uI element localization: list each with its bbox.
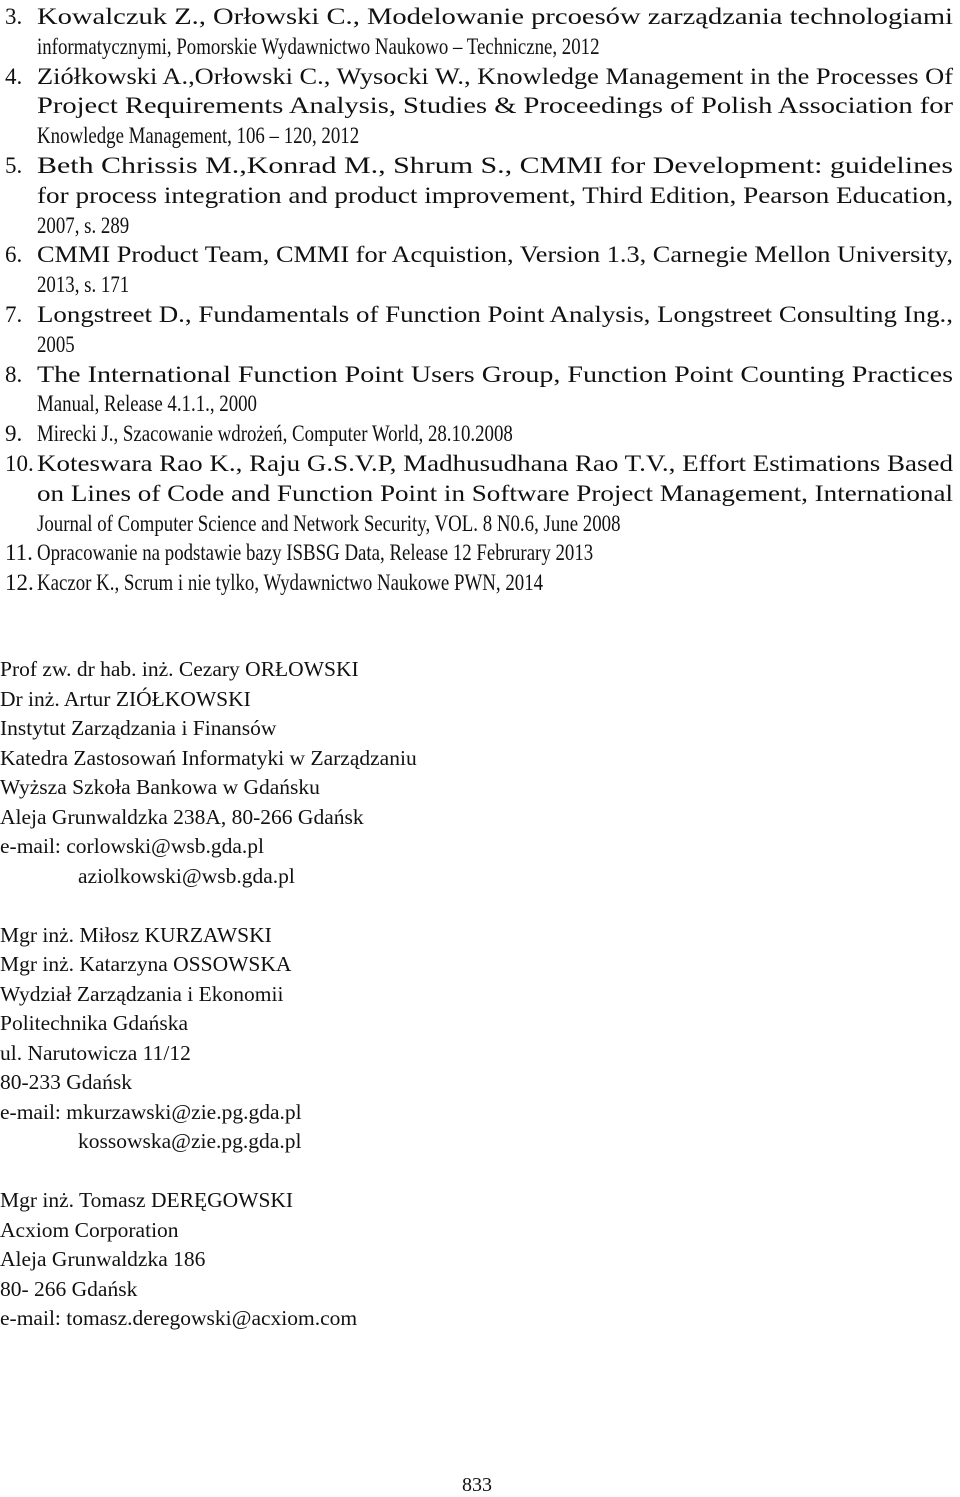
email-line: e-mail: mkurzawski@zie.pg.gda.pl [0,1099,302,1124]
author-line: Katedra Zastosowań Informatyki w Zarządz… [0,745,417,770]
reference-text: on Lines of Code and Function Point in S… [37,480,953,506]
reference-number: 10. [5,451,34,476]
reference-number: 11. [5,540,33,566]
author-line: Aleja Grunwaldzka 186 [0,1247,206,1271]
reference-text: Manual, Release 4.1.1., 2000 [37,391,257,417]
reference-number: 9. [5,421,23,447]
reference-text-line: Project Requirements Analysis, Studies &… [37,91,953,121]
reference-text: Kowalczuk Z., Orłowski C., Modelowanie p… [37,4,953,29]
author-block: Prof zw. dr hab. inż. Cezary ORŁOWSKI Dr … [0,655,700,891]
reference-number: 6. [5,242,23,268]
reference-text-line: 2007, s. 289 [37,211,953,241]
reference-text-line: CMMI Product Team, CMMI for Acquistion, … [37,240,953,270]
reference-text: 2007, s. 289 [37,212,130,238]
reference-text-line: Koteswara Rao K., Raju G.S.V.P, Madhusud… [37,449,953,479]
author-line: Acxiom Corporation [0,1217,179,1242]
page-number: 833 [462,1474,492,1496]
reference-number: 5. [5,153,23,178]
reference-text-line: Beth Chrissis M.,Konrad M., Shrum S., CM… [37,151,953,181]
reference-text: Opracowanie na podstawie bazy ISBSG Data… [37,540,594,566]
author-line: Wydział Zarządzania i Ekonomii [0,981,284,1006]
reference-number: 4. [5,63,23,89]
reference-text: Koteswara Rao K., Raju G.S.V.P, Madhusud… [37,451,954,476]
author-line: Wyższa Szkoła Bankowa w Gdańsku [0,775,320,799]
author-line: Mgr inż. Miłosz KURZAWSKI [0,922,272,947]
reference-text: Ziółkowski A.,Orłowski C., Wysocki W., K… [37,63,953,89]
reference-number: 7. [5,302,23,327]
author-affiliations: Prof zw. dr hab. inż. Cezary ORŁOWSKI Dr … [0,655,700,1363]
reference-text: Beth Chrissis M.,Konrad M., Shrum S., CM… [37,153,953,178]
reference-text: 2013, s. 171 [37,272,130,298]
reference-text-line: The International Function Point Users G… [37,360,953,390]
reference-text: Kaczor K., Scrum i nie tylko, Wydawnictw… [37,570,544,596]
email-line: e-mail: corlowski@wsb.gda.pl [0,834,265,858]
reference-text-line: Knowledge Management, 106 – 120, 2012 [37,121,953,151]
author-line: Instytut Zarządzania i Finansów [0,716,277,740]
reference-text: Longstreet D., Fundamentals of Function … [37,302,953,327]
reference-text-line: Kaczor K., Scrum i nie tylko, Wydawnictw… [37,568,953,598]
reference-text: Project Requirements Analysis, Studies &… [37,93,953,119]
reference-number: 12. [5,570,34,596]
reference-text-line: Manual, Release 4.1.1., 2000 [37,389,953,419]
reference-text-line: Journal of Computer Science and Network … [37,509,953,539]
author-block: Mgr inż. Tomasz DERĘGOWSKI Acxiom Corpora… [0,1186,700,1334]
email-line: aziolkowski@wsb.gda.pl [78,863,295,888]
author-line: Mgr inż. Tomasz DERĘGOWSKI [0,1188,294,1212]
reference-number: 8. [5,361,23,387]
author-block: Mgr inż. Miłosz KURZAWSKI Mgr inż. Katarz… [0,921,700,1157]
author-line: 80-233 Gdańsk [0,1070,132,1094]
reference-text-line: 2013, s. 171 [37,270,953,300]
reference-text: informatycznymi, Pomorskie Wydawnictwo N… [37,33,600,59]
reference-text-line: Mirecki J., Szacowanie wdrożeń, Computer… [37,419,953,449]
reference-text: Mirecki J., Szacowanie wdrożeń, Computer… [37,421,513,447]
reference-text: The International Function Point Users G… [37,361,953,387]
author-line: Aleja Grunwaldzka 238A, 80-266 Gdańsk [0,804,364,829]
reference-text: 2005 [37,331,75,357]
reference-text-line: for process integration and product impr… [37,181,953,211]
reference-text: Journal of Computer Science and Network … [37,510,621,536]
reference-text-line: 2005 [37,330,953,360]
reference-text-line: Ziółkowski A.,Orłowski C., Wysocki W., K… [37,62,953,92]
author-line: Politechnika Gdańska [0,1011,189,1035]
reference-text: Knowledge Management, 106 – 120, 2012 [37,123,360,149]
reference-text-line: on Lines of Code and Function Point in S… [37,479,953,509]
email-line: kossowska@zie.pg.gda.pl [78,1129,302,1153]
author-line: Prof zw. dr hab. inż. Cezary ORŁOWSKI [0,657,359,681]
author-line: 80- 266 Gdańsk [0,1276,138,1301]
reference-number: 3. [5,4,23,29]
reference-text-line: Longstreet D., Fundamentals of Function … [37,300,953,330]
reference-text-line: informatycznymi, Pomorskie Wydawnictwo N… [37,32,953,62]
reference-text-line: Kowalczuk Z., Orłowski C., Modelowanie p… [37,2,953,32]
author-line: ul. Narutowicza 11/12 [0,1040,191,1065]
author-line: Mgr inż. Katarzyna OSSOWSKA [0,952,292,976]
reference-text-line: Opracowanie na podstawie bazy ISBSG Data… [37,538,953,568]
author-line: Dr inż. Artur ZIÓŁKOWSKI [0,686,251,711]
reference-text: for process integration and product impr… [37,182,954,208]
email-line: e-mail: tomasz.deregowski@acxiom.com [0,1306,358,1330]
reference-text: CMMI Product Team, CMMI for Acquistion, … [37,242,953,268]
